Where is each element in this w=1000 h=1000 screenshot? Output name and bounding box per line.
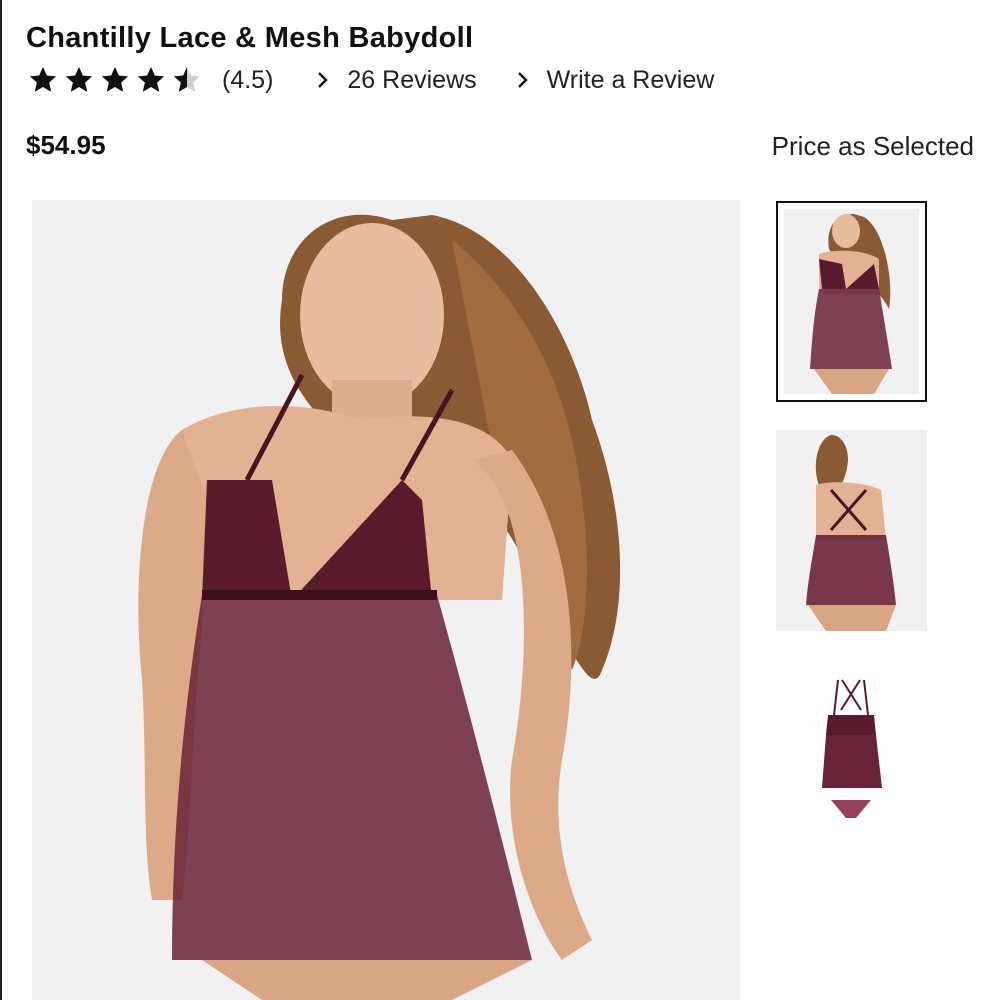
price: $54.95 bbox=[26, 130, 106, 160]
star-icon bbox=[101, 66, 129, 92]
half-star-icon bbox=[173, 66, 201, 92]
star-icon bbox=[65, 66, 93, 92]
product-flatlay-thumbnail-image bbox=[822, 679, 882, 818]
model-front-illustration bbox=[138, 214, 621, 1000]
thumbnail-back[interactable] bbox=[776, 430, 927, 631]
thumbnail-flatlay[interactable] bbox=[776, 660, 927, 861]
reviews-link-label: 26 Reviews bbox=[347, 65, 477, 94]
reviews-link[interactable]: 26 Reviews bbox=[317, 65, 477, 95]
main-product-image[interactable] bbox=[32, 200, 740, 1000]
model-front-thumbnail-image bbox=[810, 214, 892, 394]
chevron-right-icon bbox=[318, 72, 329, 88]
page-left-border bbox=[0, 0, 2, 1000]
star-rating[interactable] bbox=[26, 65, 206, 95]
star-icon bbox=[29, 66, 57, 92]
price-as-selected-label: Price as Selected bbox=[771, 131, 974, 161]
write-review-label: Write a Review bbox=[546, 65, 715, 94]
product-title: Chantilly Lace & Mesh Babydoll bbox=[26, 22, 474, 54]
chevron-right-icon bbox=[517, 72, 528, 88]
write-review-link[interactable]: Write a Review bbox=[517, 65, 715, 95]
star-icon bbox=[137, 66, 165, 92]
model-back-thumbnail-image bbox=[806, 435, 896, 631]
rating-value: (4.5) bbox=[222, 65, 274, 94]
thumbnail-front-selected[interactable] bbox=[776, 201, 927, 402]
rating-row: (4.5) 26 Reviews Write a Review bbox=[26, 60, 714, 100]
